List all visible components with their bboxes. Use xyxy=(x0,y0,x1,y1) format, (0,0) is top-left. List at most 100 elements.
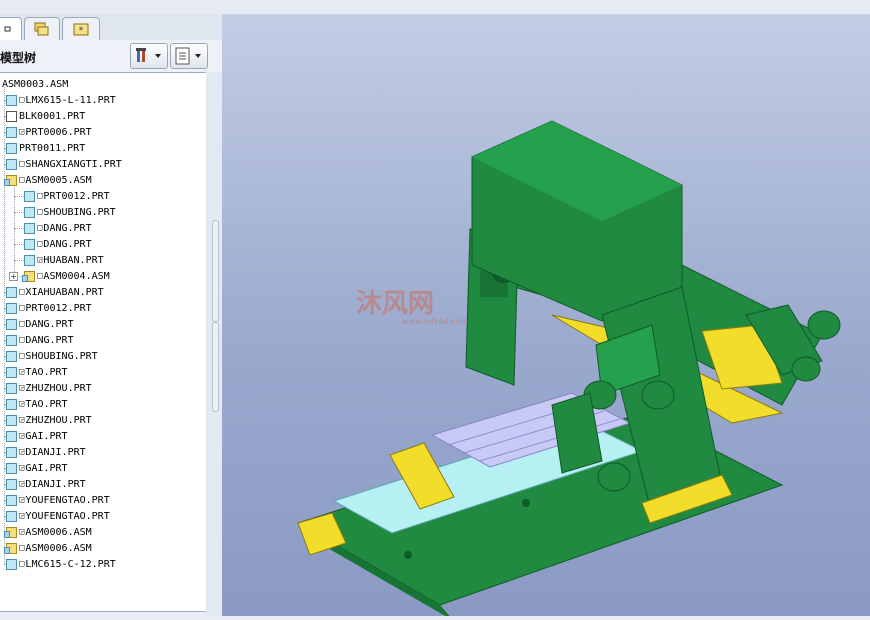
tree-item-label: LMX615-L-11.PRT xyxy=(25,94,116,106)
status-flag-icon: ◲ xyxy=(19,127,25,137)
tree-item-part[interactable]: □ LMC615-C-12.PRT xyxy=(6,556,116,572)
tree-item-assembly[interactable]: □ ASM0006.ASM xyxy=(4,540,92,556)
tree-item-label: PRT0012.PRT xyxy=(25,302,92,314)
tree-item-label: SHOUBING.PRT xyxy=(43,206,116,218)
status-flag-icon: ◲ xyxy=(19,415,25,425)
part-icon xyxy=(6,430,17,442)
tree-item-part[interactable]: ◲ HUABAN.PRT xyxy=(24,252,104,268)
status-flag-icon: ◲ xyxy=(19,383,25,393)
tree-item-part[interactable]: □ DANG.PRT xyxy=(6,332,74,348)
status-flag-icon: □ xyxy=(19,95,25,105)
tree-item-part[interactable]: ◲ DIANJI.PRT xyxy=(6,476,86,492)
tree-item-label: XIAHUABAN.PRT xyxy=(25,286,104,298)
status-flag-icon: ◲ xyxy=(19,511,25,521)
part-icon xyxy=(6,142,17,154)
rail-hole-2 xyxy=(522,499,530,507)
splitter-grip-bottom[interactable] xyxy=(212,322,219,412)
panel-splitter[interactable] xyxy=(206,72,222,616)
tree-item-label: PRT0011.PRT xyxy=(19,142,86,154)
tree-item-part[interactable]: ◲ TAO.PRT xyxy=(6,396,68,412)
tree-item-part[interactable]: ◲ TAO.PRT xyxy=(6,364,68,380)
favorites-tab[interactable]: * xyxy=(62,17,100,40)
panel-header: 模型树 xyxy=(0,40,222,72)
tree-item-label: SHOUBING.PRT xyxy=(25,350,98,362)
tree-root[interactable]: ASM0003.ASM xyxy=(2,76,68,92)
status-flag-icon: □ xyxy=(19,335,25,345)
part-icon xyxy=(24,222,35,234)
tree-item-part[interactable]: □ DANG.PRT xyxy=(6,316,74,332)
graphics-viewport[interactable]: 沐风网 www.mfcad.com xyxy=(222,15,870,620)
tree-item-label: GAI.PRT xyxy=(25,430,68,442)
status-flag-icon: ◲ xyxy=(19,367,25,377)
part-icon xyxy=(6,318,17,330)
tree-item-label: ZHUZHOU.PRT xyxy=(25,382,92,394)
tree-item-part[interactable]: ◲ GAI.PRT xyxy=(6,428,68,444)
tree-item-part[interactable]: □ PRT0012.PRT xyxy=(24,188,110,204)
tree-item-part[interactable]: ◲ ZHUZHOU.PRT xyxy=(6,380,92,396)
tree-item-label: ASM0006.ASM xyxy=(25,526,92,538)
part-icon xyxy=(6,478,17,490)
tree-item-assembly[interactable]: ◲ ASM0006.ASM xyxy=(4,524,92,540)
model-tree[interactable]: ASM0003.ASM □ LMX615-L-11.PRT BLK0001.PRT ◲… xyxy=(0,72,207,612)
tools-icon xyxy=(136,48,161,62)
tree-item-label: DIANJI.PRT xyxy=(25,478,86,490)
tree-item-label: PRT0012.PRT xyxy=(43,190,110,202)
model-tree-tab[interactable] xyxy=(0,17,22,40)
tree-item-part[interactable]: PRT0011.PRT xyxy=(6,140,85,156)
folder-browser-tab[interactable] xyxy=(24,17,60,40)
watermark-url: www.mfcad.com xyxy=(402,317,469,326)
status-flag-icon: ◲ xyxy=(37,255,43,265)
splitter-grip-top[interactable] xyxy=(212,220,219,322)
tree-item-label: ASM0004.ASM xyxy=(43,270,110,282)
assembly-model[interactable] xyxy=(222,15,870,620)
show-dropdown[interactable] xyxy=(170,43,208,69)
tree-item-label: DIANJI.PRT xyxy=(25,446,86,458)
title-bar xyxy=(0,0,870,15)
favorites-icon: * xyxy=(73,23,89,36)
tree-item-label: ASM0005.ASM xyxy=(25,174,92,186)
tree-item-label: LMC615-C-12.PRT xyxy=(25,558,116,570)
tree-branch-line xyxy=(14,184,15,276)
tree-item-part[interactable]: □ SHOUBING.PRT xyxy=(6,348,98,364)
expand-toggle-icon[interactable]: + xyxy=(9,272,18,281)
part-icon xyxy=(6,158,17,170)
part-icon xyxy=(6,398,17,410)
tree-item-label: DANG.PRT xyxy=(43,222,92,234)
right-handwheel xyxy=(791,356,821,382)
tree-item-part[interactable]: ◲ PRT0006.PRT xyxy=(6,124,92,140)
tree-item-label: BLK0001.PRT xyxy=(19,110,86,122)
settings-dropdown[interactable] xyxy=(130,43,168,69)
tree-item-part[interactable]: □ DANG.PRT xyxy=(24,220,92,236)
tree-item-part[interactable]: □ SHOUBING.PRT xyxy=(24,204,116,220)
list-icon xyxy=(175,47,201,65)
panel-title: 模型树 xyxy=(0,51,37,65)
tree-item-part[interactable]: ◲ GAI.PRT xyxy=(6,460,68,476)
right-motor xyxy=(807,310,841,340)
tree-item-part[interactable]: □ XIAHUABAN.PRT xyxy=(6,284,104,300)
tree-item-part[interactable]: ◲ YOUFENGTAO.PRT xyxy=(6,492,110,508)
tree-item-label: DANG.PRT xyxy=(25,318,74,330)
tree-item-part[interactable]: BLK0001.PRT xyxy=(6,108,85,124)
tree-item-label: TAO.PRT xyxy=(25,366,68,378)
tree-item-part[interactable]: ◲ YOUFENGTAO.PRT xyxy=(6,508,110,524)
part-icon xyxy=(24,254,35,266)
tree-item-assembly[interactable]: □ ASM0004.ASM xyxy=(22,268,110,284)
assembly-icon xyxy=(4,174,17,186)
tree-icon xyxy=(4,26,11,32)
part-icon xyxy=(24,238,35,250)
tree-item-label: HUABAN.PRT xyxy=(43,254,104,266)
tree-item-part[interactable]: ◲ ZHUZHOU.PRT xyxy=(6,412,92,428)
status-flag-icon: □ xyxy=(19,175,25,185)
tree-item-part[interactable]: □ DANG.PRT xyxy=(24,236,92,252)
tree-item-part[interactable]: □ SHANGXIANGTI.PRT xyxy=(6,156,122,172)
part-icon xyxy=(6,94,17,106)
tree-item-label: TAO.PRT xyxy=(25,398,68,410)
status-flag-icon: □ xyxy=(19,303,25,313)
tree-item-part[interactable]: ◲ DIANJI.PRT xyxy=(6,444,86,460)
tree-item-label: PRT0006.PRT xyxy=(25,126,92,138)
tree-item-part[interactable]: □ PRT0012.PRT xyxy=(6,300,92,316)
tree-item-assembly[interactable]: □ ASM0005.ASM xyxy=(4,172,92,188)
tree-item-label: YOUFENGTAO.PRT xyxy=(25,494,110,506)
part-icon xyxy=(6,302,17,314)
tree-item-part[interactable]: □ LMX615-L-11.PRT xyxy=(6,92,116,108)
